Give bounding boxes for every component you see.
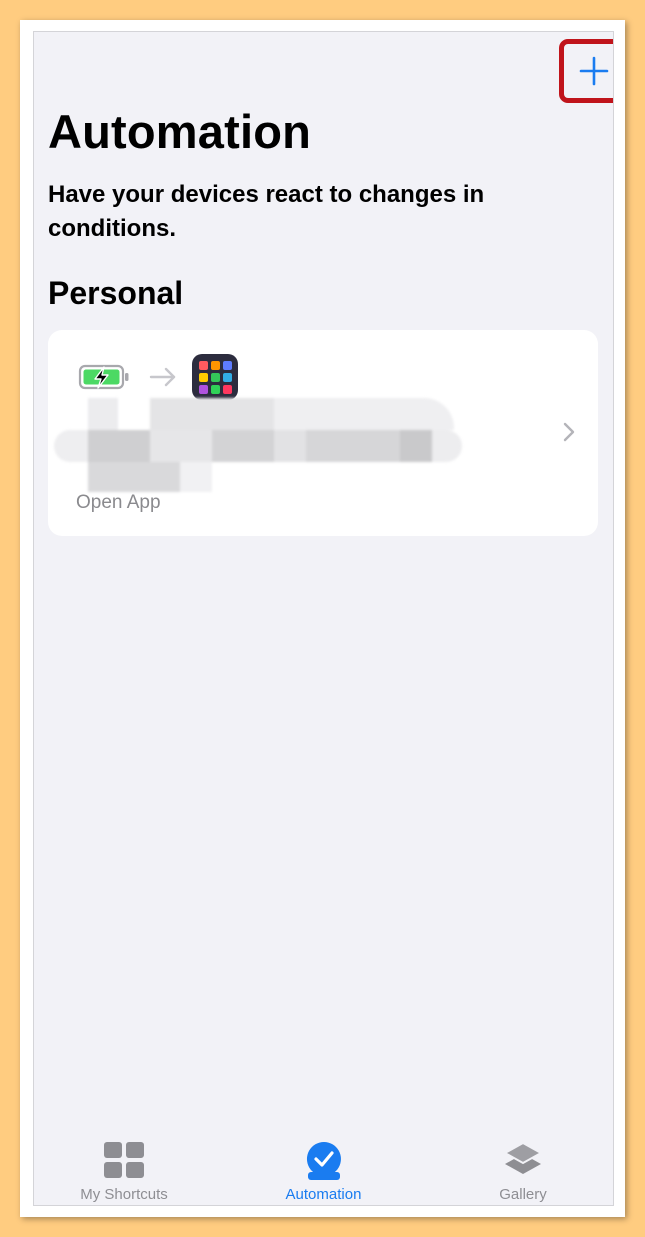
tab-label-my-shortcuts: My Shortcuts (80, 1186, 168, 1203)
tab-label-automation: Automation (285, 1186, 362, 1203)
grid-icon (102, 1138, 146, 1182)
tab-my-shortcuts[interactable]: My Shortcuts (34, 1122, 214, 1205)
battery-charging-icon (78, 364, 129, 390)
page-title: Automation (48, 105, 312, 158)
redacted-title (54, 398, 464, 494)
stack-layers-icon (501, 1138, 545, 1182)
app-grid-icon (192, 354, 238, 400)
tab-bar: My Shortcuts Automation Gallery (34, 1122, 613, 1205)
section-title-personal: Personal (48, 275, 184, 311)
automation-card[interactable]: Open App (48, 330, 598, 536)
tab-gallery[interactable]: Gallery (433, 1122, 613, 1205)
arrow-right-icon (149, 367, 176, 387)
automation-icons (78, 354, 238, 400)
screenshot-frame: Automation Have your devices react to ch… (20, 20, 625, 1217)
app-screen: Automation Have your devices react to ch… (33, 31, 614, 1206)
tab-label-gallery: Gallery (499, 1186, 547, 1203)
page-subtitle: Have your devices react to changes in co… (48, 181, 485, 242)
automation-action-label: Open App (76, 492, 161, 513)
tab-automation[interactable]: Automation (234, 1122, 414, 1205)
highlight-box (559, 39, 613, 103)
chevron-right-icon (563, 422, 575, 442)
checkmark-circle-icon (302, 1138, 346, 1182)
